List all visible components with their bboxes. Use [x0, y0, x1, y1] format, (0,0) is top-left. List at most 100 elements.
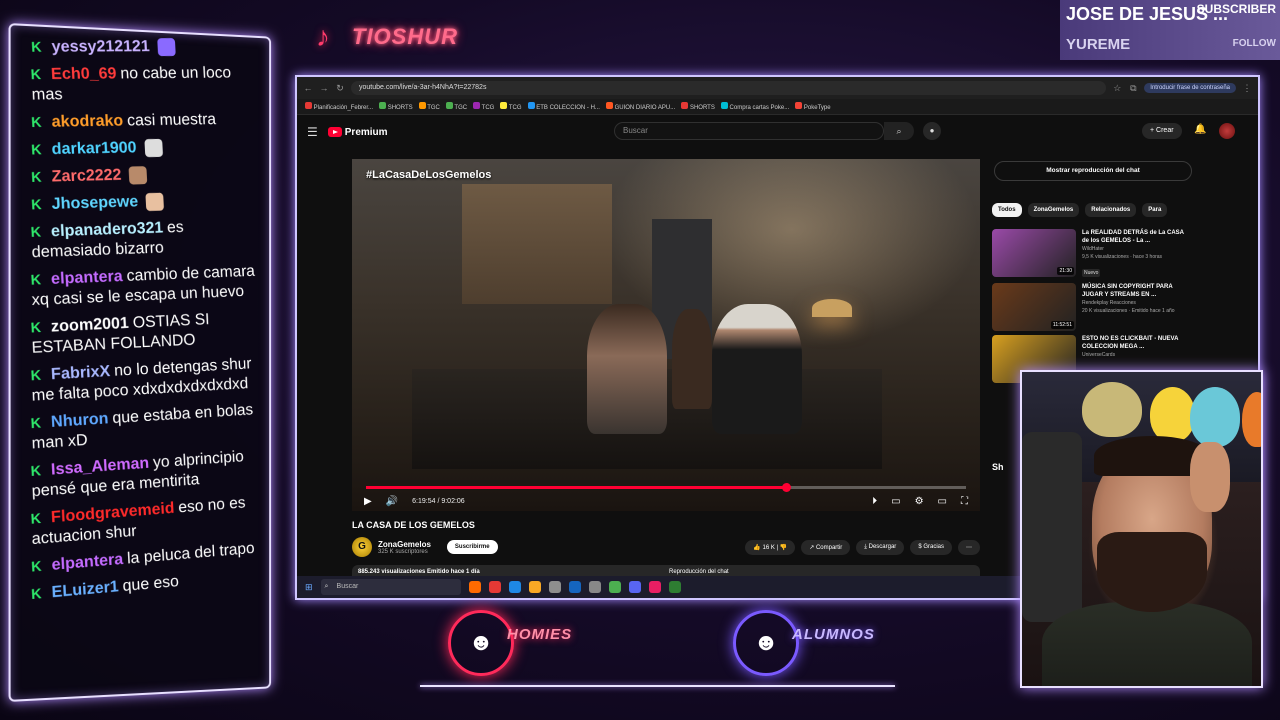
settings-gear-icon[interactable]: ⚙ [915, 496, 924, 507]
volume-icon[interactable]: 🔊 [386, 496, 398, 507]
recommendation-channel[interactable]: UniverseCards [1082, 352, 1192, 359]
bookmark-item[interactable]: ETB COLECCION - H... [527, 102, 600, 111]
neon-divider [420, 685, 895, 687]
filter-chip[interactable]: Todos [992, 203, 1022, 217]
brave-icon[interactable] [468, 581, 481, 593]
thanks-button[interactable]: $ Gracias [910, 539, 952, 555]
menu-icon[interactable]: ⋮ [1242, 83, 1252, 94]
chat-username[interactable]: elpantera [51, 268, 123, 288]
autoplay-toggle[interactable]: ⏵ [872, 496, 877, 507]
like-button[interactable]: 👍 16 K | 👎 [745, 539, 796, 555]
password-prompt-button[interactable]: Introducir frase de contraseña [1144, 83, 1236, 93]
settings-icon[interactable] [588, 581, 601, 593]
recommendation-title[interactable]: MÚSICA SIN COPYRIGHT PARA JUGAR Y STREAM… [1082, 283, 1192, 299]
chat-username[interactable]: Zarc2222 [51, 167, 122, 186]
share-button[interactable]: ↗ Compartir [801, 539, 851, 555]
search-input[interactable]: Buscar [614, 122, 884, 140]
chat-username[interactable]: akodrako [51, 112, 123, 130]
chat-username[interactable]: Jhosepewe [51, 193, 138, 213]
recommendation-thumbnail[interactable]: 11:52:51 [992, 283, 1076, 331]
play-icon[interactable]: ▶ [364, 496, 372, 507]
create-button[interactable]: + Crear [1142, 123, 1182, 139]
chrome-icon[interactable] [608, 581, 621, 593]
edge-icon[interactable] [508, 581, 521, 593]
recommendation-title[interactable]: ESTO NO ES CLICKBAIT - NUEVA COLECCION M… [1082, 335, 1192, 351]
app-icon[interactable] [668, 581, 681, 593]
webcam-feed [1020, 370, 1263, 688]
chat-username[interactable]: darkar1900 [51, 139, 137, 158]
bookmark-item[interactable]: Planificación_Febrer... [305, 102, 373, 111]
file-explorer-icon[interactable] [528, 581, 541, 593]
subtitles-icon[interactable]: ▭ [891, 496, 900, 507]
bookmark-item[interactable]: SHORTS [379, 102, 413, 111]
time-display: 6:19:54 / 9:02:06 [412, 497, 465, 505]
bookmark-item[interactable]: GUION DIARIO APU... [605, 102, 675, 111]
store-icon[interactable] [548, 581, 561, 593]
forward-icon[interactable]: → [319, 83, 329, 93]
taskbar-search[interactable]: Buscar [320, 579, 461, 595]
url-field[interactable]: youtube.com/live/a-3ar-h4NhA?t=22782s [351, 81, 1107, 95]
plush-toy-1 [1082, 382, 1142, 437]
bookmark-item[interactable]: TCG [473, 102, 494, 111]
channel-avatar[interactable]: G [352, 537, 372, 557]
chat-username[interactable]: Ech0_69 [51, 65, 117, 83]
bookmark-item[interactable]: TCG [500, 102, 522, 111]
reload-icon[interactable]: ↻ [335, 83, 345, 94]
more-actions-icon[interactable]: ⋯ [958, 539, 980, 555]
chat-username[interactable]: Floodgravemeid [51, 500, 175, 526]
youtube-logo[interactable]: Premium [327, 127, 388, 138]
youtube-header: ☰ Premium Buscar ⌕ ● + Crear 🔔 [297, 115, 1258, 149]
account-avatar[interactable] [1219, 123, 1235, 139]
opera-icon[interactable] [488, 581, 501, 593]
discord-icon[interactable] [628, 581, 641, 593]
chat-username[interactable]: elpantera [51, 551, 123, 574]
recommendation-item[interactable]: 11:52:51 MÚSICA SIN COPYRIGHT PARA JUGAR … [992, 283, 1192, 331]
filter-chip[interactable]: ZonaGemelos [1027, 203, 1080, 217]
recommendation-thumbnail[interactable]: 21:30 [992, 229, 1076, 277]
outlook-icon[interactable] [568, 581, 581, 593]
recommendation-title[interactable]: La REALIDAD DETRÁS de La CASA de los GEM… [1082, 229, 1192, 245]
video-overlay-title: #LaCasaDeLosGemelos [366, 169, 492, 181]
chat-username[interactable]: ELuizer1 [51, 578, 119, 601]
brand-name: TIOSHUR [352, 24, 458, 49]
bookmark-item[interactable]: TGC [418, 102, 440, 111]
recommendation-item[interactable]: 21:30 La REALIDAD DETRÁS de La CASA de lo… [992, 229, 1192, 277]
video-progress-bar[interactable] [366, 483, 966, 492]
bookmark-item[interactable]: PokeType [795, 102, 831, 111]
back-icon[interactable]: ← [303, 83, 313, 93]
show-chat-replay-button[interactable]: Mostrar reproducción del chat [994, 161, 1192, 181]
bookmark-label: SHORTS [689, 105, 715, 111]
notifications-bell-icon[interactable]: 🔔 [1194, 124, 1206, 135]
video-player[interactable]: #LaCasaDeLosGemelos ▶ 🔊 6:19:54 / 9:02:0… [352, 159, 980, 511]
star-icon[interactable]: ☆ [1112, 83, 1122, 94]
filter-chip[interactable]: Para [1142, 203, 1168, 217]
extensions-icon[interactable]: ⧉ [1128, 83, 1138, 94]
bookmark-item[interactable]: Compra cartas Poke... [720, 102, 789, 111]
chat-username[interactable]: FabrixX [51, 363, 111, 383]
chat-username[interactable]: yessy212121 [51, 38, 150, 55]
filter-chip[interactable]: Relacionados [1085, 203, 1137, 217]
chat-username[interactable]: elpanadero321 [51, 220, 164, 241]
chat-replay-label[interactable]: Reproducción del chat [669, 569, 729, 575]
channel-name[interactable]: ZonaGemelos [378, 540, 431, 549]
windows-start-icon[interactable]: ⊞ [305, 582, 313, 593]
download-button[interactable]: ⤓ Descargar [856, 539, 905, 555]
recommendation-channel[interactable]: WildHater [1082, 246, 1192, 253]
recommendation-channel[interactable]: Rendekplay Reacciones [1082, 300, 1192, 307]
fullscreen-icon[interactable]: ⛶ [961, 496, 968, 507]
bookmark-item[interactable]: SHORTS [681, 102, 715, 111]
chat-username[interactable]: Nhuron [51, 410, 109, 431]
bookmark-item[interactable]: TGC [445, 102, 467, 111]
search-button[interactable]: ⌕ [884, 122, 914, 140]
chat-username[interactable]: zoom2001 [51, 315, 130, 336]
streamer-beard [1097, 532, 1207, 612]
theater-mode-icon[interactable]: ▭ [938, 496, 947, 507]
pokeball-icon[interactable] [648, 581, 661, 593]
chat-text [142, 193, 143, 210]
hamburger-menu-icon[interactable]: ☰ [307, 125, 318, 139]
channel-row: G ZonaGemelos 325 K suscriptores Suscrib… [352, 535, 980, 559]
stream-chat-panel: Kyessy212121 K Ech0_69 no cabe un loco mas K… [8, 23, 272, 702]
subscribe-button[interactable]: Suscribirme [446, 540, 498, 554]
bookmark-favicon-icon [379, 102, 387, 109]
voice-search-button[interactable]: ● [923, 122, 941, 140]
